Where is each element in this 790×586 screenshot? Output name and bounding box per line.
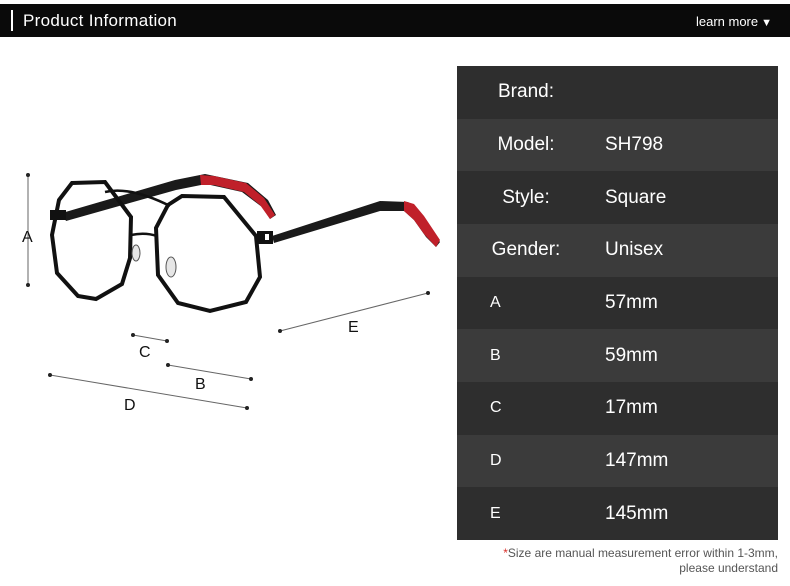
spec-row-gender: Gender: Unisex: [457, 223, 778, 277]
spec-label: B: [490, 346, 501, 364]
spec-row-style: Style: Square: [457, 171, 778, 224]
nose-pad-left: [131, 244, 141, 262]
dimension-label-d: D: [124, 397, 136, 414]
header-bar: Product Information learn more ▼: [0, 4, 790, 37]
spec-row-b: B 59mm: [457, 329, 778, 382]
right-lens: [153, 193, 263, 314]
spec-row-model: Model: SH798: [457, 118, 778, 172]
spec-value: Unisex: [605, 239, 664, 261]
spec-label: A: [490, 293, 501, 311]
spec-table: Brand: Model: SH798 Style: Square Gender…: [457, 66, 778, 540]
lower-bridge: [130, 232, 158, 238]
spec-label: Model:: [497, 133, 555, 155]
dimension-label-e: E: [348, 319, 359, 336]
spec-label: Style:: [502, 186, 550, 208]
header-accent-bar: [11, 10, 13, 31]
dimension-label-b: B: [195, 376, 206, 393]
left-hinge: [50, 210, 66, 220]
spec-row-c: C 17mm: [457, 381, 778, 435]
triangle-down-icon: ▼: [761, 17, 772, 29]
spec-value: SH798: [605, 133, 664, 155]
spec-row-a: A 57mm: [457, 276, 778, 330]
spec-value: 17mm: [605, 397, 658, 419]
dimension-label-a: A: [22, 229, 33, 246]
spec-value: Square: [605, 186, 667, 208]
spec-value: 57mm: [605, 291, 658, 313]
glasses-diagram: A E C B D: [22, 173, 440, 414]
spec-row-brand: Brand:: [457, 66, 778, 119]
footnote-line-1: Size are manual measurement error within…: [507, 546, 778, 560]
spec-value: 147mm: [605, 449, 669, 471]
measurement-footnote: *Size are manual measurement error withi…: [503, 546, 778, 576]
nose-pad-right: [165, 256, 177, 278]
spec-row-e: E 145mm: [457, 487, 778, 540]
learn-more-label: learn more: [695, 14, 759, 29]
spec-label: D: [490, 451, 502, 469]
footnote-line-2: please understand: [679, 561, 778, 575]
spec-value: 145mm: [605, 502, 669, 524]
spec-label: Brand:: [498, 81, 554, 103]
spec-label: Gender:: [491, 239, 561, 261]
dimension-label-c: C: [139, 344, 151, 361]
page-title: Product Information: [23, 11, 178, 30]
spec-row-d: D 147mm: [457, 434, 778, 488]
near-temple-accent: [404, 201, 440, 247]
spec-value: 59mm: [605, 344, 658, 366]
spec-label: E: [490, 504, 501, 522]
learn-more-link[interactable]: learn more ▼: [696, 14, 772, 31]
spec-label: C: [490, 399, 502, 417]
left-lens: [49, 179, 134, 302]
